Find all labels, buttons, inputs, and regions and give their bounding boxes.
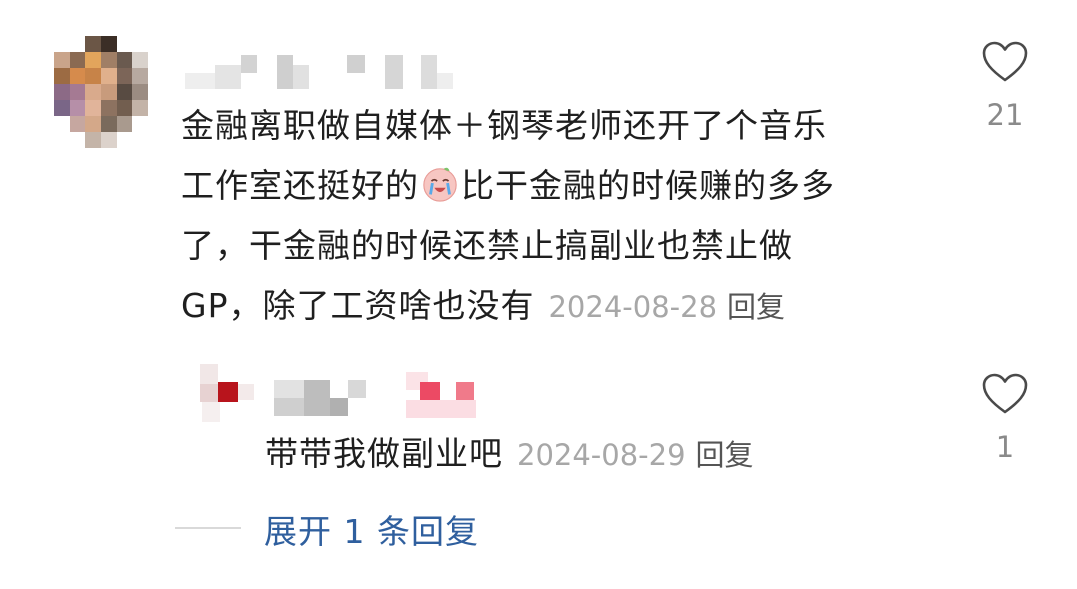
like-section: 21: [975, 40, 1035, 132]
crying-face-emoji-icon: [423, 167, 457, 202]
heart-icon[interactable]: [981, 40, 1029, 84]
comment-line: 工作室还挺好的: [181, 166, 419, 205]
comment-text: 金融离职做自媒体＋钢琴老师还开了个音乐 工作室还挺好的 比干金融的时候赚的多多 …: [181, 96, 921, 337]
expand-divider: [175, 527, 241, 529]
reply-button[interactable]: 回复: [727, 290, 785, 324]
reply-reply-button[interactable]: 回复: [696, 438, 754, 472]
reply-body: 带带我做副业吧: [265, 434, 503, 473]
reply-avatar[interactable]: [198, 364, 258, 428]
reply-username[interactable]: [270, 372, 510, 424]
comment-line: 比干金融的时候赚的多多: [461, 166, 835, 205]
like-count: 21: [986, 98, 1024, 132]
comment-line: GP，除了工资啥也没有: [181, 286, 535, 325]
comment-line: 金融离职做自媒体＋钢琴老师还开了个音乐: [181, 106, 827, 145]
reply-date: 2024-08-29: [517, 438, 686, 472]
heart-icon[interactable]: [981, 372, 1029, 416]
avatar[interactable]: [54, 36, 148, 148]
expand-replies-button[interactable]: 展开 1 条回复: [264, 505, 479, 553]
reply-text: 带带我做副业吧 2024-08-29 回复: [265, 427, 754, 475]
username[interactable]: [181, 55, 461, 91]
comment-date: 2024-08-28: [548, 290, 718, 324]
reply-like-section: 1: [975, 372, 1035, 464]
comment-line: 了，干金融的时候还禁止搞副业也禁止做: [181, 226, 793, 265]
reply-like-count: 1: [995, 430, 1015, 464]
